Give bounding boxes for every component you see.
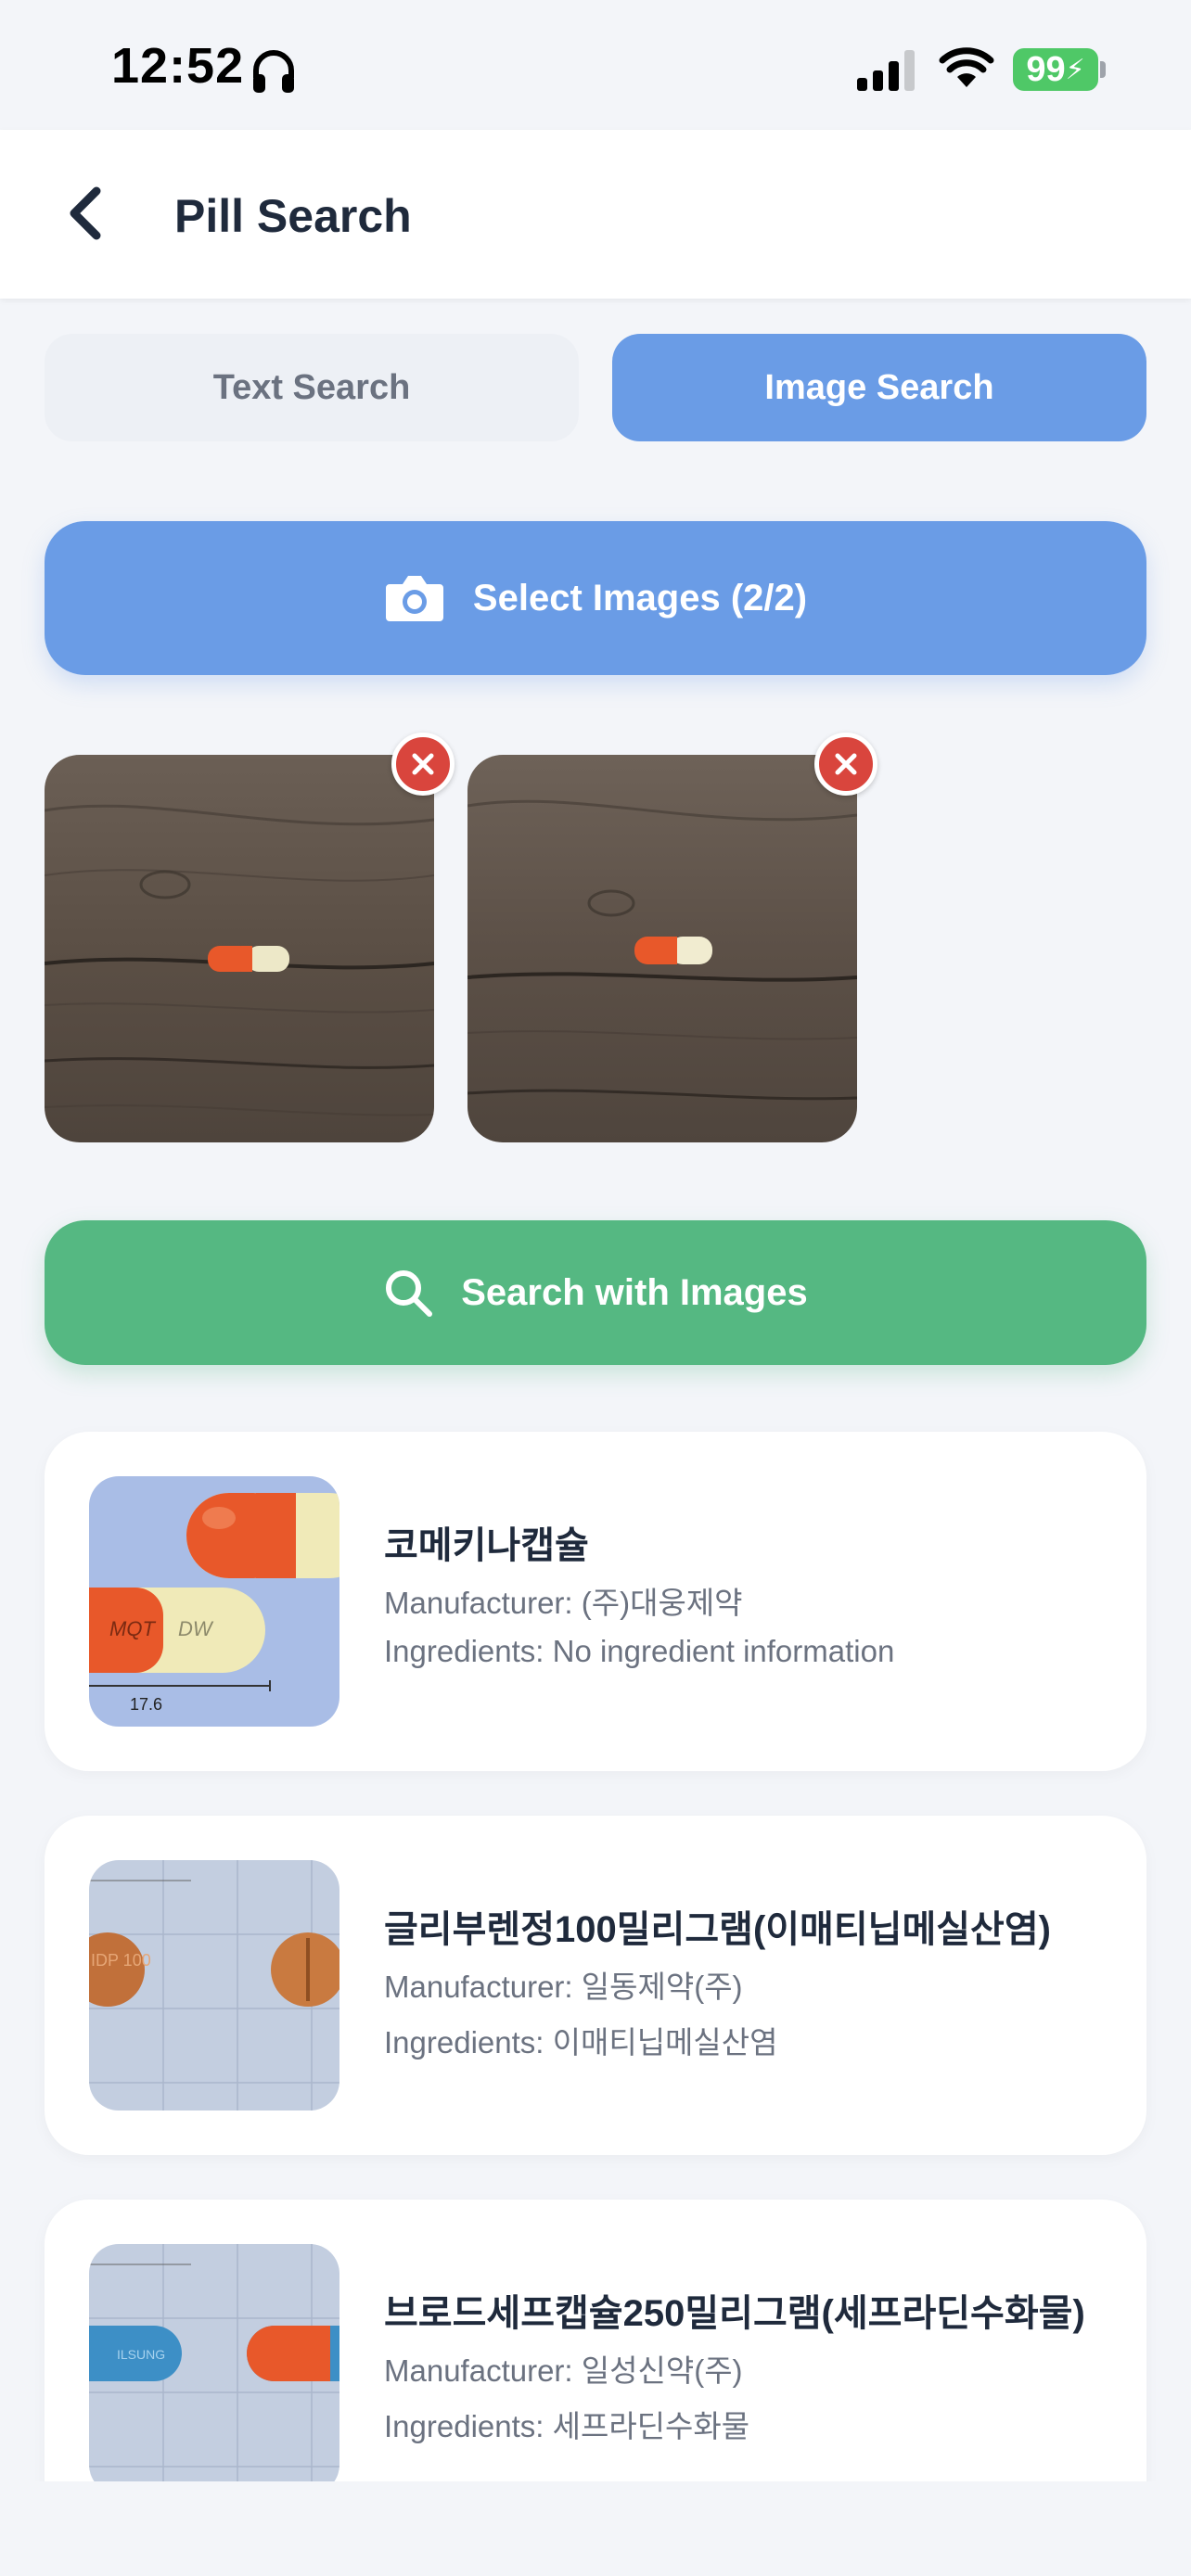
tab-image-search[interactable]: Image Search	[612, 334, 1146, 441]
pill-imprint-text: MQT	[109, 1617, 156, 1640]
search-with-images-button[interactable]: Search with Images	[45, 1220, 1146, 1365]
remove-image-button[interactable]	[391, 733, 455, 796]
select-images-button[interactable]: Select Images (2/2)	[45, 521, 1146, 675]
app-header: Pill Search	[0, 130, 1191, 299]
pill-ingredients: Ingredients: No ingredient information	[384, 1634, 895, 1668]
pill-image: IDP 100	[89, 1860, 339, 2111]
pill-manufacturer: Manufacturer: 일동제약(주)	[384, 1970, 743, 2004]
pill-name: 글리부렌정100밀리그램(이매티닙메실산염)	[384, 1909, 1051, 1950]
bottom-safe-area	[0, 2481, 1191, 2576]
remove-image-button[interactable]	[814, 733, 877, 796]
selected-image-thumbnail	[467, 755, 857, 1142]
camera-icon	[385, 576, 443, 621]
pill-image: MQT DW 17.6	[89, 1476, 339, 1727]
battery-level: 99	[1026, 49, 1066, 89]
pill-imprint-text: IDP 100	[91, 1951, 151, 1970]
signal-icon	[857, 50, 915, 91]
chevron-left-icon[interactable]	[59, 184, 115, 243]
pill-manufacturer: Manufacturer: (주)대웅제약	[384, 1586, 743, 1620]
select-images-label: Select Images (2/2)	[472, 577, 808, 618]
battery-icon: 99 ⚡	[1013, 48, 1098, 91]
pill-ingredients: Ingredients: 이매티닙메실산염	[384, 2025, 778, 2060]
close-icon	[835, 753, 857, 775]
pill-imprint-text: DW	[178, 1617, 214, 1640]
headphone-icon	[253, 50, 294, 93]
close-icon	[412, 753, 434, 775]
scale-label: 17.6	[130, 1695, 162, 1714]
status-bar: 12:52 99 ⚡	[0, 0, 1191, 130]
search-icon	[386, 1270, 433, 1317]
tab-text-search[interactable]: Text Search	[45, 334, 579, 441]
pill-manufacturer: Manufacturer: 일성신약(주)	[384, 2353, 743, 2388]
search-with-images-label: Search with Images	[461, 1271, 808, 1313]
wifi-icon	[939, 47, 994, 87]
pill-name: 브로드세프캡슐250밀리그램(세프라딘수화물)	[384, 2293, 1085, 2334]
pill-ingredients: Ingredients: 세프라딘수화물	[384, 2409, 750, 2443]
result-card[interactable]: IDP 100 글리부렌정100밀리그램(이매티닙메실산염) Manufactu…	[45, 1816, 1146, 2155]
status-time: 12:52	[111, 38, 245, 94]
selected-image-thumbnail	[45, 755, 434, 1142]
battery-cap	[1100, 61, 1106, 78]
pill-image: ILSUNG	[89, 2244, 339, 2494]
pill-imprint-text: ILSUNG	[117, 2347, 165, 2362]
result-card[interactable]: MQT DW 17.6 코메키나캡슐 Manufacturer: (주)대웅제약…	[45, 1432, 1146, 1771]
pill-name: 코메키나캡슐	[384, 1525, 589, 1566]
page-title: Pill Search	[174, 190, 412, 242]
